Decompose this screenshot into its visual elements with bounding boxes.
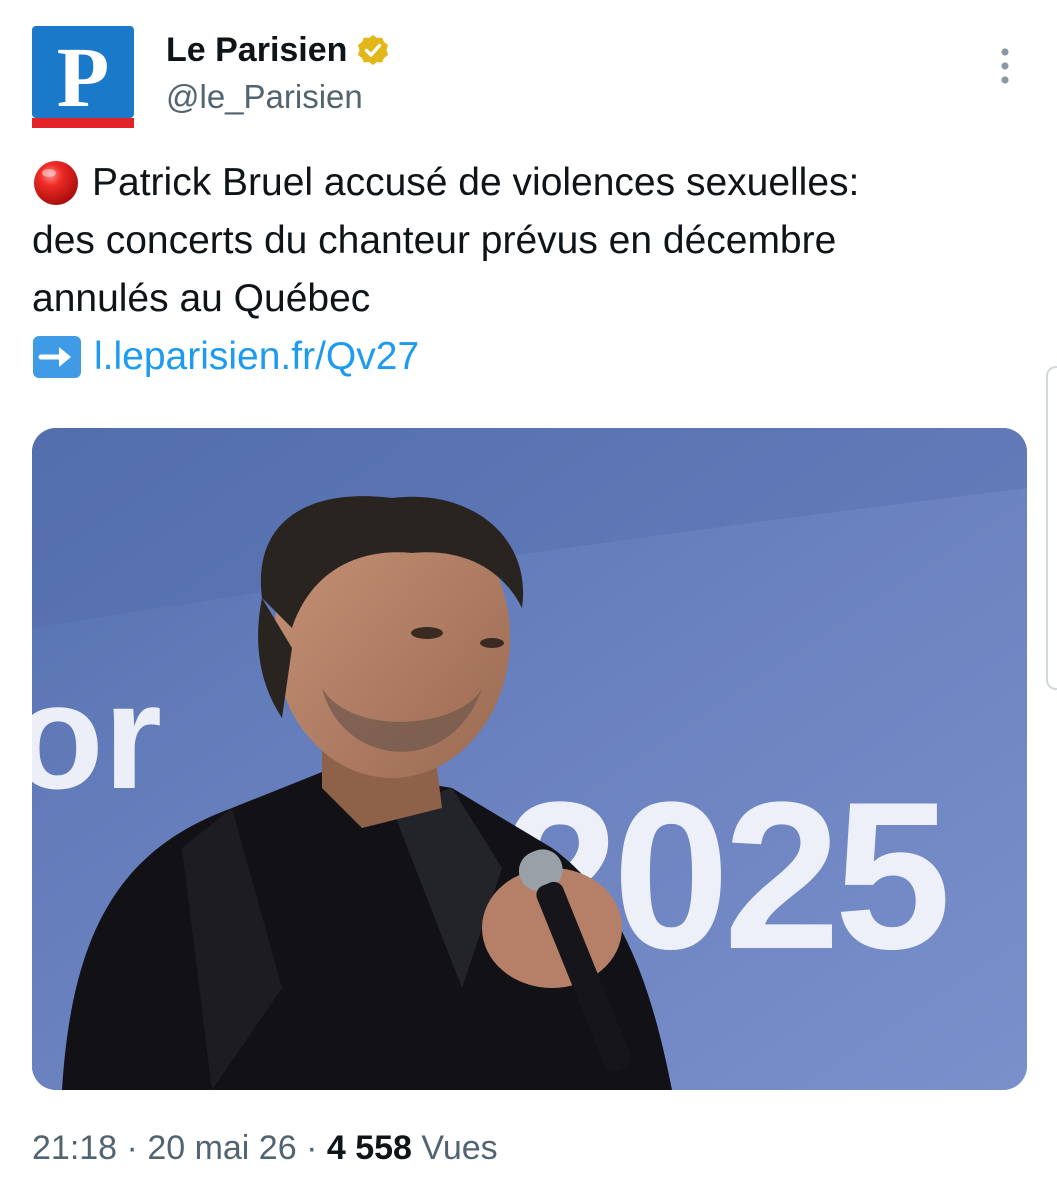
right-arrow-icon bbox=[32, 335, 82, 379]
handle[interactable]: @le_Parisien bbox=[166, 77, 363, 117]
tweet-line-3: annulés au Québec bbox=[32, 277, 371, 320]
meta-separator: · bbox=[117, 1129, 148, 1167]
red-circle-icon bbox=[32, 159, 80, 207]
more-options-icon[interactable] bbox=[988, 44, 1022, 88]
avatar-letter: P bbox=[57, 29, 110, 125]
tweet-card: P Le Parisien @le_Parisien Patrick Bruel… bbox=[0, 0, 1057, 1200]
photo-illustration: or 2025 bbox=[32, 428, 1027, 1090]
article-link[interactable]: l.leparisien.fr/Qv27 bbox=[94, 328, 419, 386]
tweet-line-1-text: Patrick Bruel accusé de violences sexuel… bbox=[92, 161, 860, 204]
avatar[interactable]: P bbox=[32, 26, 134, 128]
views-label: Vues bbox=[411, 1129, 498, 1167]
verified-badge-icon[interactable] bbox=[357, 34, 389, 66]
tweet-line-4: l.leparisien.fr/Qv27 bbox=[32, 328, 1022, 386]
tweet-date[interactable]: 20 mai 26 bbox=[147, 1129, 296, 1167]
meta-separator: · bbox=[296, 1129, 327, 1167]
author-name-row: Le Parisien bbox=[166, 30, 389, 70]
views-count: 4 558 bbox=[326, 1129, 412, 1167]
tweet-meta: 21:18 · 20 mai 26 · 4 558 Vues bbox=[32, 1126, 498, 1170]
tweet-photo[interactable]: or 2025 bbox=[32, 428, 1027, 1090]
tweet-text: Patrick Bruel accusé de violences sexuel… bbox=[32, 154, 1022, 386]
svg-text:or: or bbox=[32, 652, 162, 820]
tweet-time[interactable]: 21:18 bbox=[32, 1129, 117, 1167]
scroll-handle[interactable] bbox=[1046, 366, 1057, 690]
tweet-line-1: Patrick Bruel accusé de violences sexuel… bbox=[32, 154, 1022, 212]
tweet-line-2: des concerts du chanteur prévus en décem… bbox=[32, 219, 837, 262]
display-name[interactable]: Le Parisien bbox=[166, 30, 347, 70]
